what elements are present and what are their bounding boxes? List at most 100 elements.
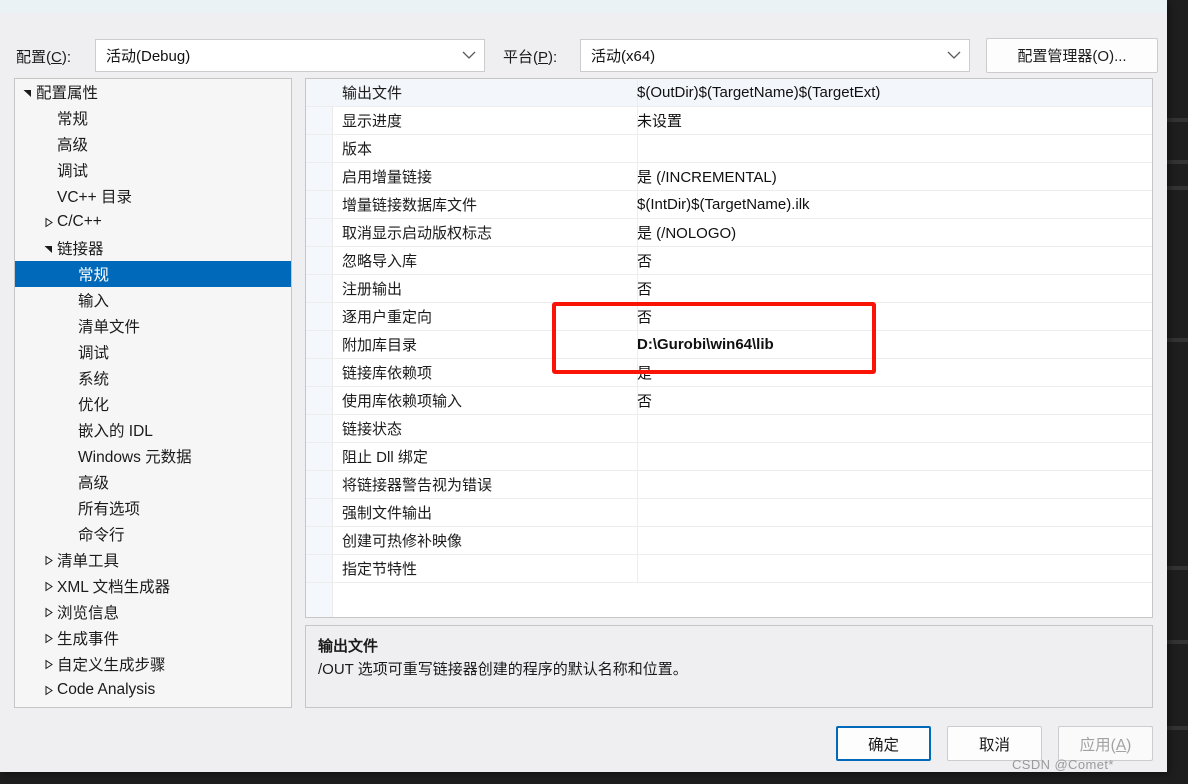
twisty-toggle[interactable] <box>40 581 57 592</box>
tree-item-label: 常规 <box>57 111 89 128</box>
property-row[interactable]: 输出文件 $(OutDir)$(TargetName)$(TargetExt) <box>306 79 1152 107</box>
apply-button[interactable]: 应用(A) <box>1058 726 1153 761</box>
property-row[interactable]: 取消显示启动版权标志 是 (/NOLOGO) <box>306 219 1152 247</box>
property-value[interactable]: $(OutDir)$(TargetName)$(TargetExt) <box>637 84 1148 101</box>
property-row[interactable]: 显示进度 未设置 <box>306 107 1152 135</box>
property-name: 创建可热修补映像 <box>342 533 463 550</box>
property-name: 逐用户重定向 <box>342 309 433 326</box>
property-name: 强制文件输出 <box>342 505 433 522</box>
platform-label: 平台(P): <box>503 49 558 66</box>
ok-button[interactable]: 确定 <box>836 726 931 761</box>
tree-item-label: 所有选项 <box>78 501 141 518</box>
tree-item[interactable]: 高级 <box>15 131 291 157</box>
tree-item[interactable]: 清单文件 <box>15 313 291 339</box>
property-column-divider <box>637 499 638 526</box>
tree-item[interactable]: Code Analysis <box>15 677 291 703</box>
property-row[interactable]: 版本 <box>306 135 1152 163</box>
tree-item[interactable]: 调试 <box>15 157 291 183</box>
property-name: 附加库目录 <box>342 337 418 354</box>
tree-item[interactable]: 优化 <box>15 391 291 417</box>
property-value[interactable]: 是 <box>637 362 1148 383</box>
property-row[interactable]: 逐用户重定向 否 <box>306 303 1152 331</box>
tree-item[interactable]: XML 文档生成器 <box>15 573 291 599</box>
property-row[interactable]: 将链接器警告视为错误 <box>306 471 1152 499</box>
twisty-toggle[interactable] <box>40 685 57 696</box>
property-name: 使用库依赖项输入 <box>342 393 463 410</box>
tree-item-label: 自定义生成步骤 <box>57 657 166 674</box>
tree-item[interactable]: 所有选项 <box>15 495 291 521</box>
tree-item[interactable]: 配置属性 <box>15 79 291 105</box>
property-value[interactable]: 否 <box>637 250 1148 271</box>
property-name: 指定节特性 <box>342 561 418 578</box>
property-grid[interactable]: 输出文件 $(OutDir)$(TargetName)$(TargetExt) 显示… <box>305 78 1153 618</box>
twisty-collapsed-icon <box>45 581 53 591</box>
tree-item[interactable]: 输入 <box>15 287 291 313</box>
tree-item[interactable]: 常规 <box>15 105 291 131</box>
twisty-toggle[interactable] <box>40 555 57 566</box>
twisty-toggle[interactable] <box>40 633 57 644</box>
property-value[interactable]: 否 <box>637 306 1148 327</box>
tree-item[interactable]: C/C++ <box>15 209 291 235</box>
property-row[interactable]: 创建可热修补映像 <box>306 527 1152 555</box>
twisty-toggle[interactable] <box>40 607 57 618</box>
property-row[interactable]: 附加库目录 D:\Gurobi\win64\lib <box>306 331 1152 359</box>
tree-item[interactable]: 浏览信息 <box>15 599 291 625</box>
configuration-combobox[interactable]: 活动(Debug) <box>95 39 485 72</box>
property-name: 输出文件 <box>342 85 403 102</box>
property-name: 增量链接数据库文件 <box>342 197 478 214</box>
twisty-collapsed-icon <box>45 659 53 669</box>
property-value[interactable]: 未设置 <box>637 110 1148 131</box>
property-row[interactable]: 强制文件输出 <box>306 499 1152 527</box>
property-description-title: 输出文件 <box>318 638 379 655</box>
property-value[interactable]: 否 <box>637 278 1148 299</box>
watermark: CSDN @Comet* <box>1012 757 1114 772</box>
property-row[interactable]: 指定节特性 <box>306 555 1152 583</box>
tree-item[interactable]: 清单工具 <box>15 547 291 573</box>
property-name: 启用增量链接 <box>342 169 433 186</box>
property-row[interactable]: 增量链接数据库文件 $(IntDir)$(TargetName).ilk <box>306 191 1152 219</box>
tree-item[interactable]: 高级 <box>15 469 291 495</box>
tree-item-label: 配置属性 <box>36 85 99 102</box>
property-pages-dialog: 配置(C): 活动(Debug) 平台(P): 活动(x64) 配置管理器(O)… <box>0 0 1167 772</box>
twisty-toggle[interactable] <box>19 87 36 98</box>
twisty-toggle[interactable] <box>40 243 57 254</box>
property-row[interactable]: 启用增量链接 是 (/INCREMENTAL) <box>306 163 1152 191</box>
property-row[interactable]: 使用库依赖项输入 否 <box>306 387 1152 415</box>
property-column-divider <box>637 443 638 470</box>
twisty-toggle[interactable] <box>40 659 57 670</box>
property-value[interactable]: 是 (/INCREMENTAL) <box>637 166 1148 187</box>
platform-combobox-value: 活动(x64) <box>591 48 656 65</box>
tree-item[interactable]: VC++ 目录 <box>15 183 291 209</box>
tree-item-label: C/C++ <box>57 213 102 230</box>
property-column-divider <box>637 527 638 554</box>
platform-combobox[interactable]: 活动(x64) <box>580 39 970 72</box>
dialog-top-strip <box>0 0 1167 13</box>
tree-item[interactable]: 命令行 <box>15 521 291 547</box>
property-value[interactable]: 否 <box>637 390 1148 411</box>
tree-item[interactable]: 链接器 <box>15 235 291 261</box>
tree-item-label: 链接器 <box>57 241 104 258</box>
tree-item-label: 清单工具 <box>57 553 120 570</box>
property-row[interactable]: 注册输出 否 <box>306 275 1152 303</box>
tree-item[interactable]: 常规 <box>15 261 291 287</box>
tree-item-label: VC++ 目录 <box>57 189 132 206</box>
property-row[interactable]: 忽略导入库 否 <box>306 247 1152 275</box>
tree-item[interactable]: Windows 元数据 <box>15 443 291 469</box>
cancel-button[interactable]: 取消 <box>947 726 1042 761</box>
property-value[interactable]: 是 (/NOLOGO) <box>637 222 1148 243</box>
tree-item[interactable]: 生成事件 <box>15 625 291 651</box>
configuration-manager-button[interactable]: 配置管理器(O)... <box>986 38 1158 73</box>
configuration-tree[interactable]: 配置属性 常规 高级 调试 VC++ 目录 C/C++ 链接器 常规 输入 清单文件 调试 系统 优化嵌… <box>14 78 292 708</box>
tree-item[interactable]: 调试 <box>15 339 291 365</box>
property-row[interactable]: 阻止 Dll 绑定 <box>306 443 1152 471</box>
property-row[interactable]: 链接库依赖项 是 <box>306 359 1152 387</box>
property-name: 版本 <box>342 141 373 158</box>
tree-item[interactable]: 嵌入的 IDL <box>15 417 291 443</box>
tree-item[interactable]: 系统 <box>15 365 291 391</box>
twisty-toggle[interactable] <box>40 217 57 228</box>
property-value[interactable]: D:\Gurobi\win64\lib <box>637 336 1148 353</box>
property-value[interactable]: $(IntDir)$(TargetName).ilk <box>637 196 1148 213</box>
tree-item-label: 高级 <box>78 475 110 492</box>
tree-item[interactable]: 自定义生成步骤 <box>15 651 291 677</box>
property-row[interactable]: 链接状态 <box>306 415 1152 443</box>
